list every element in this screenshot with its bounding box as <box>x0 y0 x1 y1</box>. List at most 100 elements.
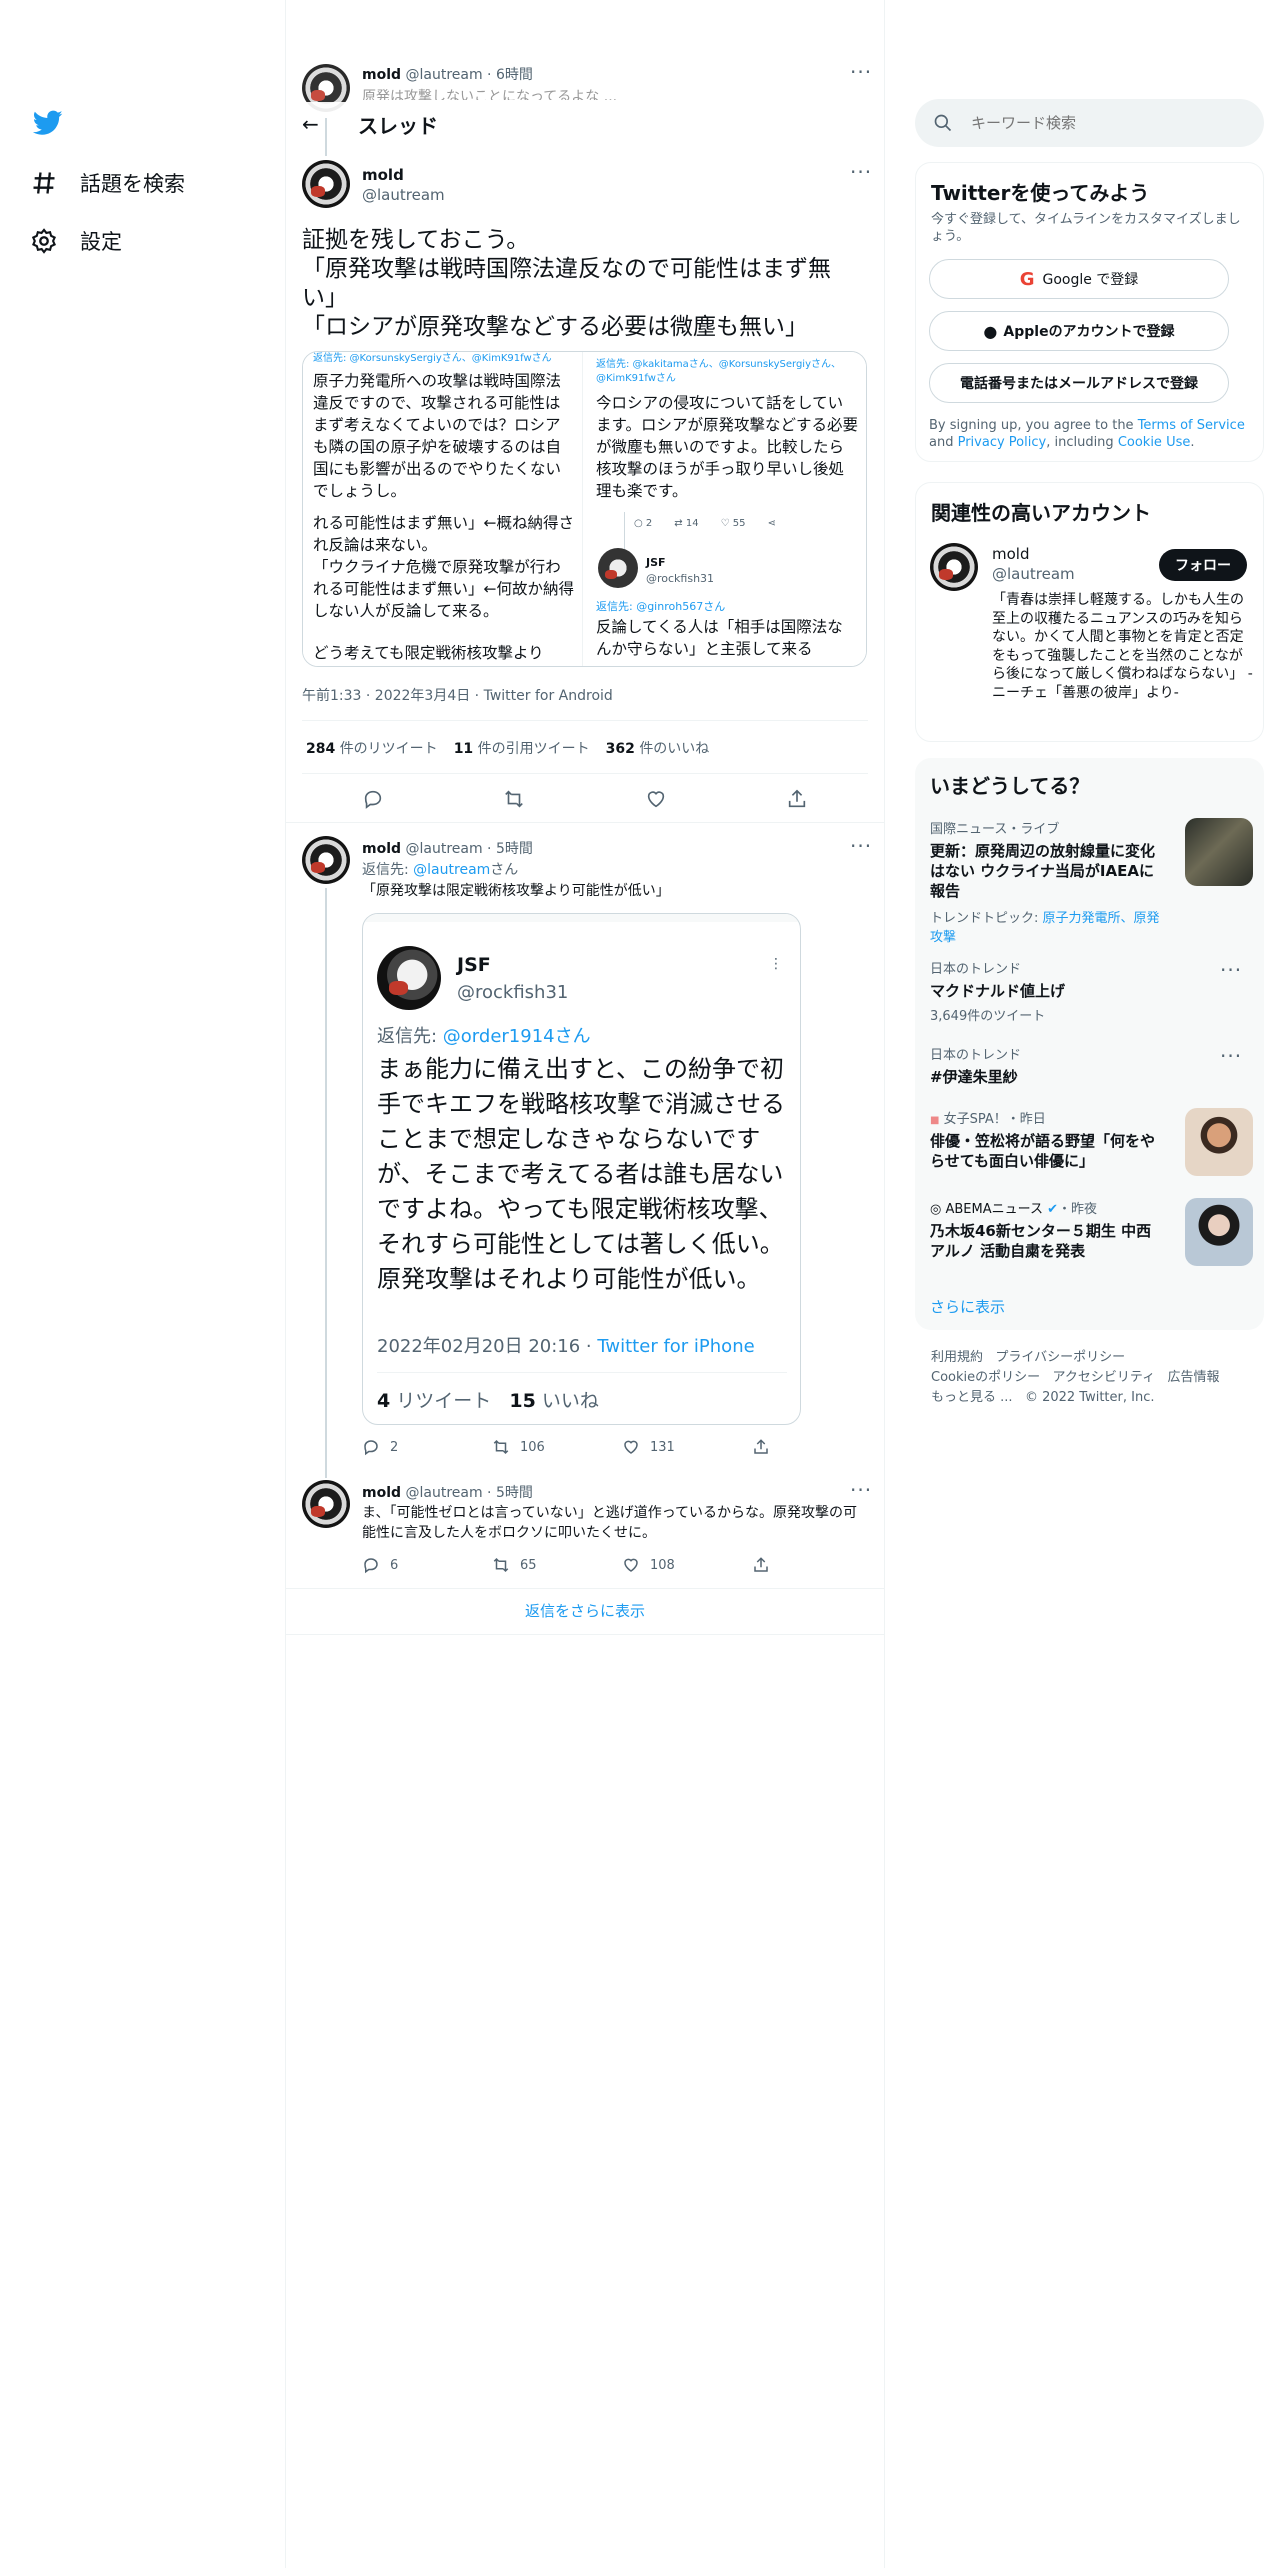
image-right-panel: 返信先: @kakitamaさん、@KorsunskySergiyさん、@Kim… <box>584 352 866 666</box>
like-button[interactable]: 108 <box>622 1556 752 1574</box>
prev-tweet-handle: @lautream <box>405 67 483 83</box>
like-button[interactable]: 131 <box>622 1438 752 1456</box>
reply-handle-link: @order1914さん <box>442 1026 591 1047</box>
follow-button[interactable]: フォロー <box>1159 549 1247 581</box>
terms-link[interactable]: Terms of Service <box>1138 418 1245 433</box>
reply1-name[interactable]: mold <box>362 841 401 857</box>
gear-icon <box>31 228 56 254</box>
reply-icon[interactable] <box>362 788 384 810</box>
like-count: 15 <box>509 1390 536 1412</box>
text-line: 証拠を残しておこう。 <box>302 227 530 253</box>
trend-item[interactable]: 日本のトレンド #伊達朱里紗 ··· <box>930 1044 1260 1087</box>
text-line: 「原発攻撃は戦時国際法違反なので可能性はまず無 <box>302 256 831 282</box>
footer-more-link[interactable]: もっと見る ... <box>931 1390 1013 1405</box>
reply2-name[interactable]: mold <box>362 1485 401 1501</box>
image-sub-body: 反論してくる人は「相手は国際法なんか守らない」と主張して来る <box>596 618 843 658</box>
image-body: 今ロシアの侵攻について話をしています。ロシアが原発攻撃などする必要が微塵も無いの… <box>596 394 858 500</box>
google-signup-button[interactable]: G Google で登録 <box>929 259 1229 299</box>
image-top-strip <box>363 914 800 922</box>
more-icon[interactable]: ··· <box>850 160 872 184</box>
prev-tweet-time[interactable]: 6時間 <box>496 67 533 83</box>
retweet-icon[interactable] <box>503 788 525 810</box>
trend-item[interactable]: 日本のトレンド マクドナルド値上げ 3,649件のツイート ··· <box>930 958 1260 1024</box>
trend-title: #伊達朱里紗 <box>930 1068 1018 1086</box>
more-icon[interactable]: ··· <box>850 834 872 858</box>
share-button[interactable] <box>752 1556 782 1574</box>
reply-button[interactable]: 2 <box>362 1438 492 1456</box>
retweet-icon <box>493 1439 509 1455</box>
tweet-timestamp[interactable]: 午前1:33 · 2022年3月4日 · Twitter for Android <box>302 685 613 705</box>
footer-terms-link[interactable]: 利用規約 <box>931 1350 983 1365</box>
trend-item[interactable]: ■ 女子SPA！・昨日 俳優・笠松将が語る野望「何をやらせても面白い俳優に」 <box>930 1108 1260 1178</box>
tweet-image[interactable]: 返信先: @KorsunskySergiyさん、@KimK91fwさん 原子力発… <box>302 351 867 667</box>
footer-privacy-link[interactable]: プライバシーポリシー <box>995 1350 1125 1365</box>
likes-stat[interactable]: 362 件のいいね <box>606 738 710 758</box>
embed-reply-to: 返信先: @order1914さん <box>377 1022 591 1048</box>
retweets-label: 件のリツイート <box>339 741 438 757</box>
trend-item[interactable]: 国際ニュース・ライブ 更新：原発周辺の放射線量に変化はない ウクライナ当局がIA… <box>930 818 1260 945</box>
trend-item[interactable]: ◎ ABEMAニュース ✔・昨夜 乃木坂46新センター５期生 中西アルノ 活動自… <box>930 1198 1260 1268</box>
share-icon: ⋖ <box>767 518 776 529</box>
tweet-actions <box>302 784 868 814</box>
more-icon[interactable]: ··· <box>850 1478 872 1502</box>
more-icon[interactable]: ··· <box>850 60 872 84</box>
reply-icon: ○ 2 <box>634 518 653 529</box>
apple-signup-button[interactable]: ● Appleのアカウントで登録 <box>929 311 1229 351</box>
related-name[interactable]: mold <box>992 545 1029 563</box>
main-tweet-name[interactable]: mold <box>362 166 404 184</box>
avatar[interactable] <box>302 1480 350 1528</box>
share-button[interactable] <box>752 1438 782 1456</box>
twitter-logo-icon[interactable] <box>32 110 63 140</box>
reply1-text: 「原発攻撃は限定戦術核攻撃より可能性が低い」 <box>362 883 670 899</box>
nav-explore[interactable]: 話題を検索 <box>30 168 185 198</box>
retweet-button[interactable]: 65 <box>492 1556 622 1574</box>
cookie-link[interactable]: Cookie Use <box>1118 435 1191 450</box>
show-more-replies-link[interactable]: 返信をさらに表示 <box>286 1600 884 1621</box>
reply1-time[interactable]: 5時間 <box>496 841 533 857</box>
reply-handle-link[interactable]: @lautream <box>413 862 490 878</box>
phone-signup-button[interactable]: 電話番号またはメールアドレスで登録 <box>929 363 1229 403</box>
back-arrow-icon[interactable]: ← <box>302 112 319 136</box>
more-icon[interactable]: ··· <box>1220 958 1242 982</box>
footer-ads-link[interactable]: 広告情報 <box>1168 1370 1220 1385</box>
avatar[interactable] <box>302 160 350 208</box>
search-bar[interactable] <box>915 99 1264 147</box>
reply1-reply-to: 返信先: @lautreamさん <box>362 859 518 879</box>
like-icon[interactable] <box>645 788 667 810</box>
retweets-stat[interactable]: 284 件のリツイート <box>306 738 438 758</box>
image-body: 原子力発電所への攻撃は戦時国際法違反ですので、攻撃される可能性はまず考えなくてよ… <box>313 372 562 500</box>
like-icon <box>624 1440 638 1454</box>
search-input[interactable] <box>971 109 1251 137</box>
trend-title: マクドナルド値上げ <box>930 982 1066 1000</box>
verified-icon: ✔ <box>1047 1202 1059 1217</box>
nav-settings[interactable]: 設定 <box>30 226 122 256</box>
image-body: れる可能性はまず無い」←概ね納得され反論は来ない。 <box>313 514 574 554</box>
embed-timestamp: 2022年02月20日 20:16 · Twitter for iPhone <box>377 1332 755 1358</box>
reply1-header: mold @lautream · 5時間 <box>362 841 533 857</box>
main-column-border <box>884 0 885 2568</box>
trend-thumbnail <box>1185 1198 1253 1266</box>
footer-cookie-link[interactable]: Cookieのポリシー <box>931 1370 1040 1385</box>
avatar[interactable] <box>302 836 350 884</box>
trend-topic: トレンドトピック: 原子力発電所、原発攻撃 <box>930 907 1165 945</box>
show-more-trends-link[interactable]: さらに表示 <box>930 1296 1005 1317</box>
like-label: いいね <box>541 1390 599 1412</box>
reply-button[interactable]: 6 <box>362 1556 492 1574</box>
prev-tweet-name[interactable]: mold <box>362 67 401 83</box>
reply-count: 2 <box>390 1439 399 1455</box>
retweet-button[interactable]: 106 <box>492 1438 622 1456</box>
main-tweet-handle[interactable]: @lautream <box>362 186 445 204</box>
privacy-link[interactable]: Privacy Policy <box>958 435 1047 450</box>
trend-meta: 日本のトレンド <box>930 962 1022 977</box>
more-icon[interactable]: ··· <box>1220 1044 1242 1068</box>
reply-count: 2 <box>645 518 653 529</box>
thread-connector <box>325 118 327 156</box>
avatar[interactable] <box>930 543 978 591</box>
trends-title: いまどうしてる？ <box>930 774 1090 798</box>
text-line: 「ロシアが原発攻撃などする必要は微塵も無い」 <box>302 314 808 340</box>
footer-accessibility-link[interactable]: アクセシビリティ <box>1053 1370 1156 1385</box>
reply2-time[interactable]: 5時間 <box>496 1485 533 1501</box>
share-icon[interactable] <box>786 788 808 810</box>
quotes-stat[interactable]: 11 件の引用ツイート <box>454 738 590 758</box>
embedded-tweet-image[interactable]: JSF @rockfish31 ⋮ 返信先: @order1914さん まぁ能力… <box>362 913 801 1425</box>
